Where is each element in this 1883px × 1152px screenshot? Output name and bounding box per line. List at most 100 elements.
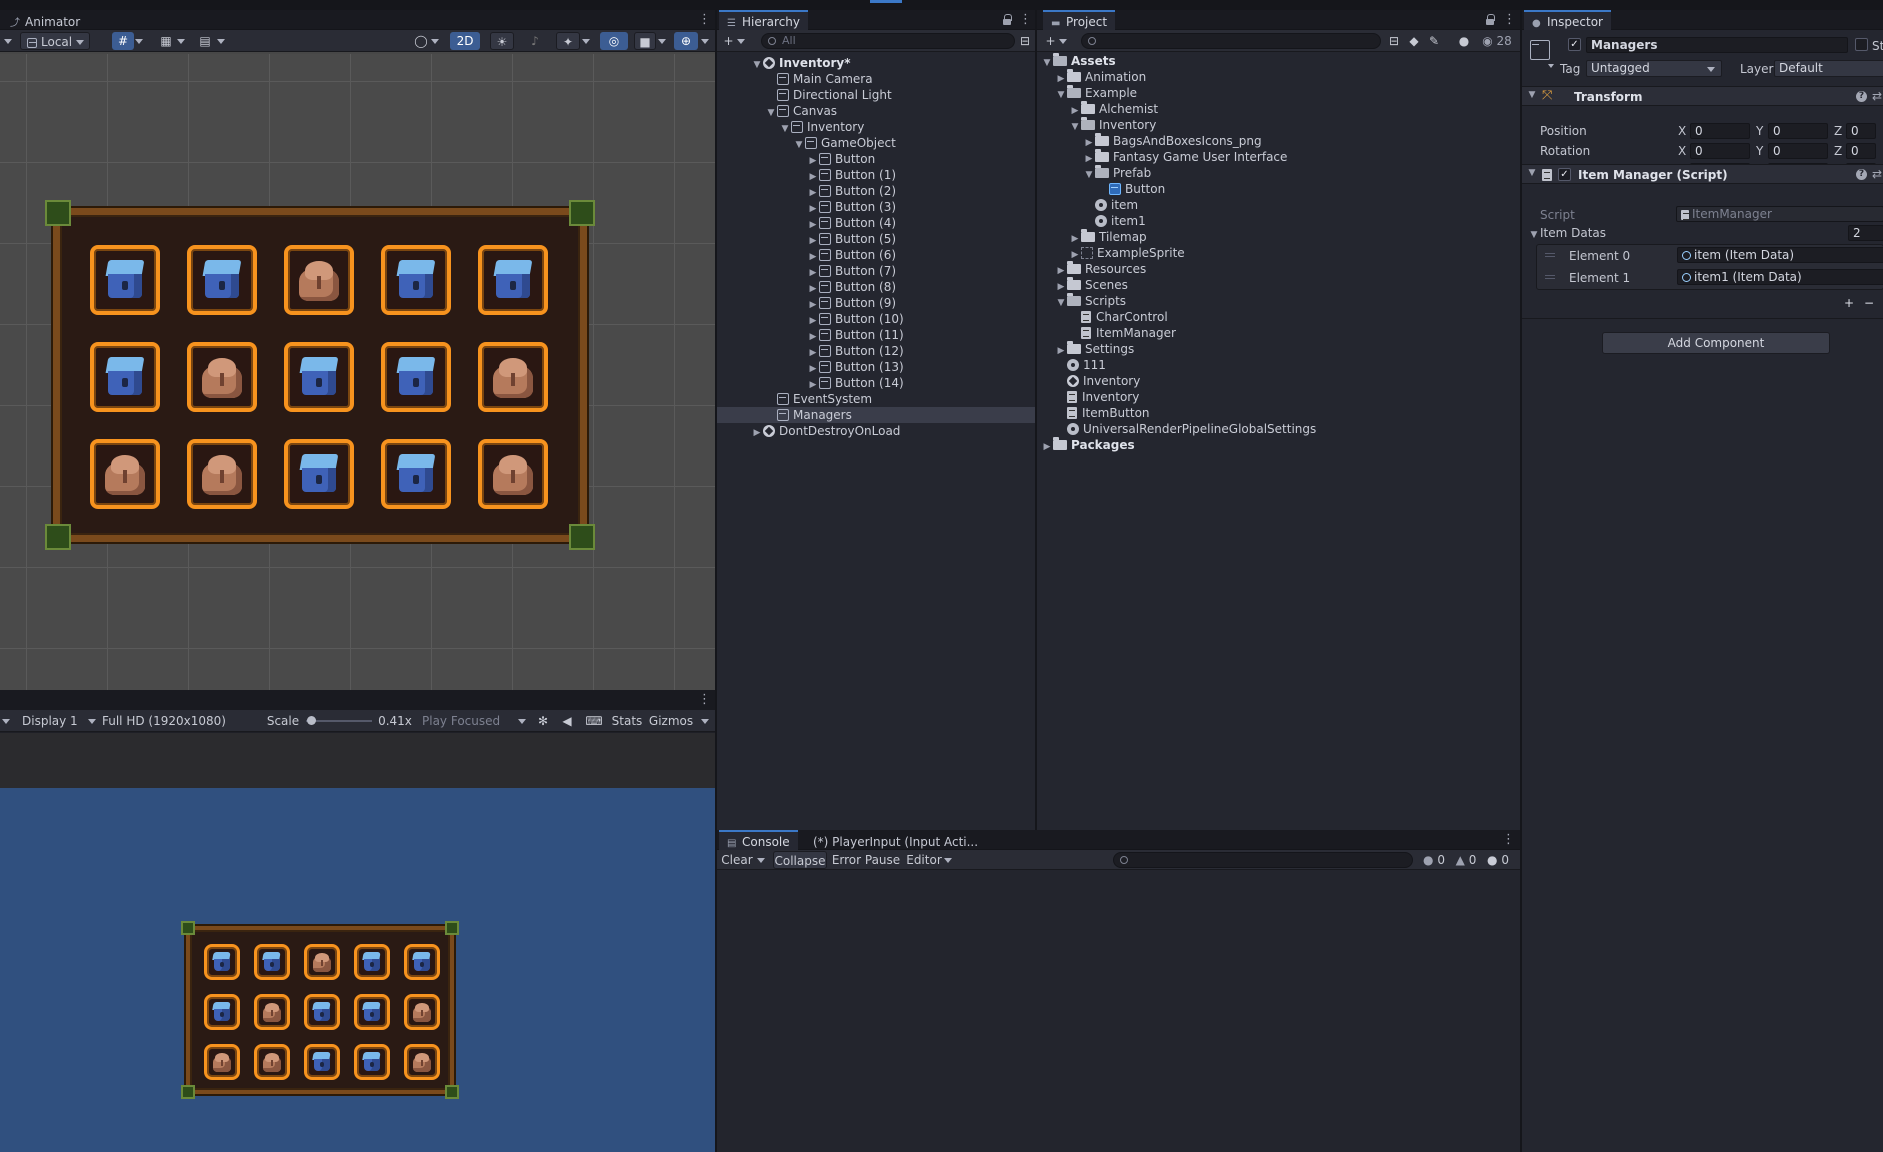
tree-row[interactable]: ▶ Button (8) [717,279,1035,295]
gameobject-icon-dropdown[interactable] [1548,58,1554,72]
tree-row[interactable]: ▶ Button (3) [717,199,1035,215]
increment-snap-icon[interactable]: ▤ [194,32,216,50]
tree-row[interactable]: ▶ Resources [1037,261,1520,277]
gizmos-icon[interactable]: ⊕ [674,32,698,50]
inventory-slot[interactable] [404,944,440,980]
tab-player-input[interactable]: (*) PlayerInput (Input Acti... [805,830,986,850]
tree-row[interactable]: Inventory [1037,373,1520,389]
effects-dropdown[interactable] [580,32,592,50]
search-options-icon[interactable]: ⊟ [1017,32,1033,50]
tree-row[interactable]: item1 [1037,213,1520,229]
inventory-slot[interactable] [304,944,340,980]
inventory-slot[interactable] [254,944,290,980]
camera-dropdown[interactable] [656,32,668,50]
element-0-field[interactable]: item (Item Data) [1677,247,1883,263]
editor-dropdown[interactable]: Editor [905,851,953,869]
collapse-toggle[interactable]: Collapse [773,851,827,869]
rotation-row-x-field[interactable]: 0 [1690,143,1750,159]
hidden-objects-icon[interactable]: ◎ [600,32,628,50]
inventory-slot[interactable] [354,944,390,980]
gizmos-dropdown[interactable] [698,32,712,50]
grid-visibility-dropdown[interactable] [176,32,186,50]
tree-row[interactable]: Directional Light [717,87,1035,103]
tree-row[interactable]: ▶ Button (7) [717,263,1035,279]
create-button[interactable]: + [721,32,747,50]
inventory-slot[interactable] [404,994,440,1030]
tree-row[interactable]: ▶ Packages [1037,437,1520,453]
tree-row[interactable]: CharControl [1037,309,1520,325]
lighting-toggle-icon[interactable]: ☀ [490,32,514,50]
tree-row[interactable]: ▶ Button (6) [717,247,1035,263]
tree-row[interactable]: ▶ Fantasy Game User Interface [1037,149,1520,165]
scale-slider[interactable] [306,716,372,725]
tab-inspector[interactable]: ● Inspector [1524,10,1611,30]
clear-options-dropdown[interactable] [755,851,767,869]
camera-icon[interactable]: ■ [634,32,656,50]
hidden-packages-icon[interactable]: ◉ 28 [1477,32,1517,50]
tree-row[interactable]: ▼ Inventory* [717,55,1035,71]
inventory-slot[interactable] [478,342,548,412]
tree-row[interactable]: ▶ Button (5) [717,231,1035,247]
tree-row[interactable]: ▶ Button (14) [717,375,1035,391]
tree-row[interactable]: ▼ Scripts [1037,293,1520,309]
project-search-input[interactable] [1081,33,1381,49]
element-1-field[interactable]: item1 (Item Data) [1677,269,1883,285]
console-log-area[interactable] [717,870,1520,1152]
tree-row[interactable]: ▶ Button [717,151,1035,167]
play-focused-dropdown[interactable]: Play Focused [422,712,532,730]
audio-toggle-icon[interactable]: ♪ [524,32,546,50]
stats-button[interactable]: Stats [610,712,644,730]
tab-console[interactable]: ▤ Console [719,830,798,850]
grid-visibility-icon[interactable]: ▦ [156,32,176,50]
layer-dropdown[interactable]: Default [1774,60,1883,77]
tree-row[interactable]: ▶ Button (13) [717,359,1035,375]
add-element-button[interactable]: + [1840,294,1858,312]
tree-row[interactable]: UniversalRenderPipelineGlobalSettings [1037,421,1520,437]
tree-row[interactable]: ▼ GameObject [717,135,1035,151]
game-menu-icon[interactable]: ⋮ [698,693,711,707]
shading-mode-icon[interactable]: ◯ [410,32,432,50]
console-search-input[interactable] [1113,852,1413,868]
inventory-slot[interactable] [187,439,257,509]
transform-header[interactable]: ▼ ⤧ Transform ? ⇄ [1522,86,1883,106]
static-checkbox[interactable] [1855,38,1868,51]
tree-row[interactable]: ▼ Prefab [1037,165,1520,181]
tree-row[interactable]: Main Camera [717,71,1035,87]
tree-row[interactable]: Managers [717,407,1035,423]
inventory-slot[interactable] [354,994,390,1030]
inventory-slot[interactable] [381,439,451,509]
item-datas-label[interactable]: ▼ Item Datas [1528,226,1607,240]
tree-row[interactable]: ▶ Button (11) [717,327,1035,343]
increment-snap-dropdown[interactable] [216,32,226,50]
tree-row[interactable]: ▼ Inventory [1037,117,1520,133]
active-checkbox[interactable]: ✓ [1568,38,1581,51]
inventory-slot[interactable] [284,245,354,315]
lock-icon[interactable] [1485,14,1495,26]
info-icon[interactable]: ● [1455,32,1473,50]
play-button-highlight[interactable] [870,0,902,3]
resolution-dropdown[interactable]: Full HD (1920x1080) [100,712,260,742]
tree-row[interactable]: ▶ Animation [1037,69,1520,85]
inventory-frame[interactable] [45,200,595,550]
display-dropdown[interactable]: Display 1 [20,712,98,730]
tree-row[interactable]: ▶ Button (2) [717,183,1035,199]
tree-row[interactable]: ▶ Button (4) [717,215,1035,231]
item-datas-size-field[interactable]: 2 [1848,225,1883,241]
position-row-z-field[interactable]: 0 [1846,123,1876,139]
inventory-slot[interactable] [90,342,160,412]
inventory-slot[interactable] [204,1044,240,1080]
inventory-slot[interactable] [354,1044,390,1080]
tree-row[interactable]: Button [1037,181,1520,197]
tree-row[interactable]: ▶ DontDestroyOnLoad [717,423,1035,439]
inventory-slot[interactable] [381,245,451,315]
tree-row[interactable]: item [1037,197,1520,213]
component-enabled-checkbox[interactable]: ✓ [1558,168,1571,181]
console-menu-icon[interactable]: ⋮ [1502,833,1515,847]
inventory-slot[interactable] [304,994,340,1030]
lock-icon[interactable] [1002,14,1012,26]
help-icon[interactable]: ? [1856,169,1867,180]
filter-icon[interactable]: ✎ [1425,32,1443,50]
error-pause-toggle[interactable]: Error Pause [831,851,901,869]
tree-row[interactable]: ▼ Inventory [717,119,1035,135]
inventory-slot[interactable] [404,1044,440,1080]
